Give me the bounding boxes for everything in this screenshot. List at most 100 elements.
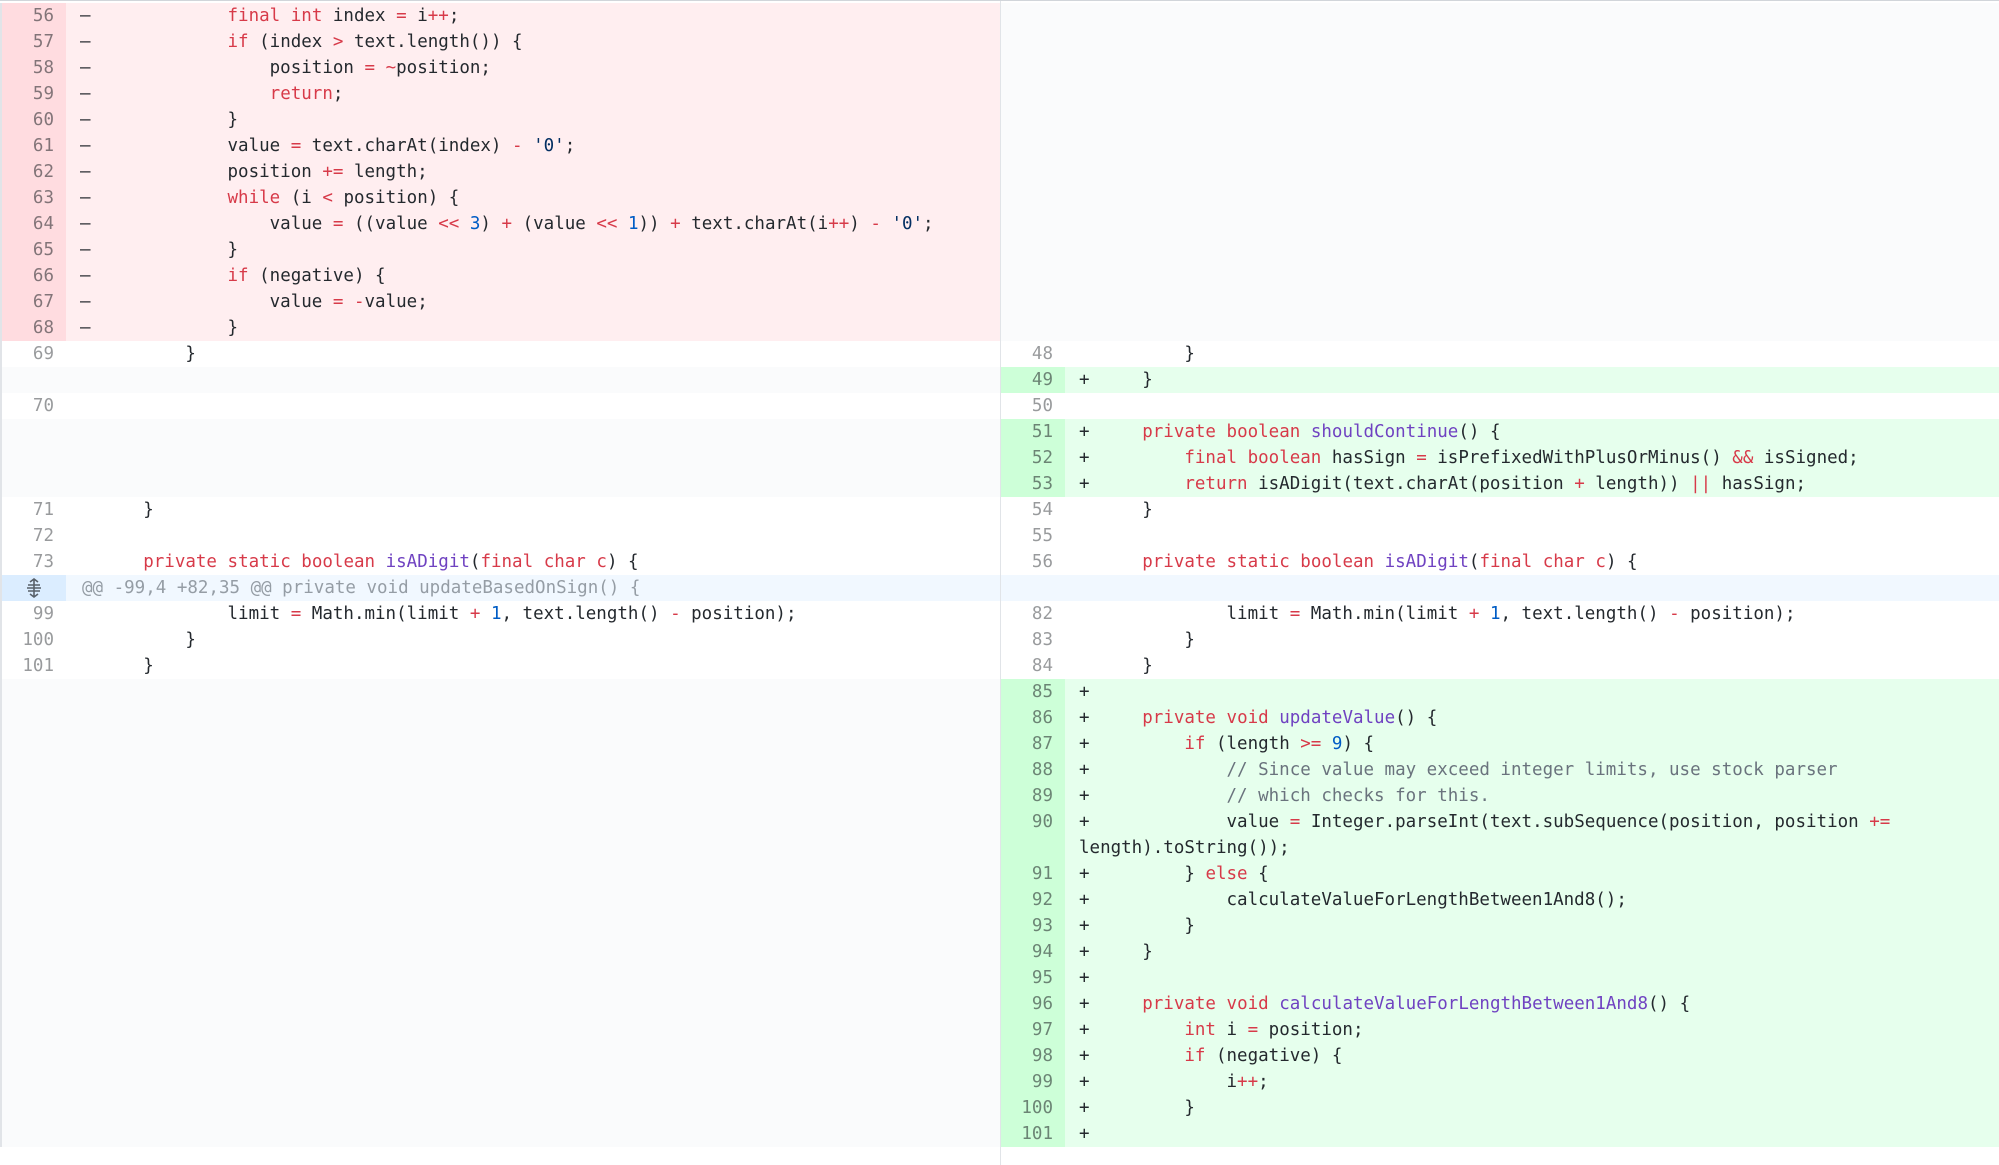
right-line-number[interactable]: 94 — [1001, 939, 1065, 965]
left-line-number[interactable] — [0, 887, 66, 913]
right-line-number[interactable] — [1001, 211, 1065, 237]
left-line-number[interactable] — [0, 731, 66, 757]
left-line-number[interactable]: 70 — [0, 393, 66, 419]
right-line-number[interactable]: 82 — [1001, 601, 1065, 627]
right-line-number[interactable]: 99 — [1001, 1069, 1065, 1095]
right-line-number[interactable]: 55 — [1001, 523, 1065, 549]
right-line-number[interactable]: 86 — [1001, 705, 1065, 731]
left-line-number[interactable] — [0, 1069, 66, 1095]
right-line-number[interactable]: 85 — [1001, 679, 1065, 705]
left-line-number[interactable]: 101 — [0, 653, 66, 679]
left-line-number[interactable] — [0, 367, 66, 393]
right-line-number[interactable]: 95 — [1001, 965, 1065, 991]
left-line-number[interactable] — [0, 471, 66, 497]
left-line-number[interactable] — [0, 1043, 66, 1069]
right-line-number[interactable]: 54 — [1001, 497, 1065, 523]
left-line-number[interactable]: 60 — [0, 107, 66, 133]
right-line-number[interactable]: 49 — [1001, 367, 1065, 393]
right-code-line: + final boolean hasSign = isPrefixedWith… — [1065, 445, 1999, 471]
right-line-number[interactable]: 97 — [1001, 1017, 1065, 1043]
left-line-number[interactable]: 58 — [0, 55, 66, 81]
right-line-number[interactable] — [1001, 237, 1065, 263]
left-line-number[interactable]: 59 — [0, 81, 66, 107]
right-line-number[interactable]: 51 — [1001, 419, 1065, 445]
left-line-number[interactable] — [0, 1095, 66, 1121]
left-line-number[interactable] — [0, 861, 66, 887]
left-line-number[interactable] — [0, 965, 66, 991]
right-line-number[interactable] — [1001, 289, 1065, 315]
left-line-number[interactable]: 57 — [0, 29, 66, 55]
right-line-number[interactable]: 96 — [1001, 991, 1065, 1017]
right-line-number[interactable]: 101 — [1001, 1121, 1065, 1147]
left-line-number[interactable]: 99 — [0, 601, 66, 627]
right-code-line: } — [1065, 653, 1999, 679]
left-line-number[interactable]: 72 — [0, 523, 66, 549]
left-line-number[interactable] — [0, 1017, 66, 1043]
right-line-number[interactable] — [1001, 315, 1065, 341]
code-text: value = -value; — [80, 292, 428, 312]
left-code-line: limit = Math.min(limit + 1, text.length(… — [66, 601, 1001, 627]
right-line-number[interactable] — [1001, 263, 1065, 289]
code-text: } — [80, 318, 239, 338]
code-text: if (negative) { — [227, 266, 386, 286]
right-line-number[interactable]: 84 — [1001, 653, 1065, 679]
right-code-line: + } — [1065, 1095, 1999, 1121]
right-line-number[interactable]: 52 — [1001, 445, 1065, 471]
left-line-number[interactable]: 68 — [0, 315, 66, 341]
right-line-number[interactable]: 83 — [1001, 627, 1065, 653]
right-line-number[interactable] — [1001, 29, 1065, 55]
left-line-number[interactable] — [0, 939, 66, 965]
left-line-number[interactable] — [0, 1121, 66, 1147]
code-text: i++; — [1079, 1072, 1269, 1092]
right-line-number[interactable]: 98 — [1001, 1043, 1065, 1069]
right-line-number[interactable] — [1001, 133, 1065, 159]
left-line-number[interactable]: 63 — [0, 185, 66, 211]
right-line-number[interactable]: 91 — [1001, 861, 1065, 887]
right-line-number[interactable] — [1001, 81, 1065, 107]
left-line-number[interactable]: 67 — [0, 289, 66, 315]
right-line-number[interactable] — [1001, 107, 1065, 133]
left-line-number[interactable]: 56 — [0, 3, 66, 29]
code-text: private void calculateValueForLengthBetw… — [1142, 994, 1691, 1014]
expand-button[interactable] — [0, 575, 66, 601]
left-line-number[interactable] — [0, 679, 66, 705]
left-line-number[interactable]: 65 — [0, 237, 66, 263]
right-line-number[interactable]: 93 — [1001, 913, 1065, 939]
left-line-number[interactable]: 61 — [0, 133, 66, 159]
right-line-number[interactable] — [1001, 159, 1065, 185]
left-line-number[interactable]: 100 — [0, 627, 66, 653]
right-line-number[interactable]: 87 — [1001, 731, 1065, 757]
right-line-number[interactable]: 48 — [1001, 341, 1065, 367]
left-line-number[interactable] — [0, 445, 66, 471]
right-line-number[interactable] — [1001, 55, 1065, 81]
right-line-number[interactable]: 53 — [1001, 471, 1065, 497]
right-line-number[interactable]: 56 — [1001, 549, 1065, 575]
left-line-number[interactable]: 66 — [0, 263, 66, 289]
left-line-number[interactable]: 64 — [0, 211, 66, 237]
left-line-number[interactable] — [0, 809, 66, 861]
left-line-number[interactable]: 73 — [0, 549, 66, 575]
right-line-number[interactable] — [1001, 185, 1065, 211]
left-line-number[interactable]: 69 — [0, 341, 66, 367]
right-line-number[interactable]: 50 — [1001, 393, 1065, 419]
code-text: } — [80, 110, 239, 130]
right-line-number[interactable] — [1001, 3, 1065, 29]
left-line-number[interactable]: 71 — [0, 497, 66, 523]
right-code-line — [1065, 523, 1999, 549]
code-text: final int index = i++; — [227, 6, 460, 26]
right-line-number[interactable]: 89 — [1001, 783, 1065, 809]
left-line-number[interactable] — [0, 913, 66, 939]
right-line-number[interactable]: 92 — [1001, 887, 1065, 913]
right-line-number[interactable]: 88 — [1001, 757, 1065, 783]
right-line-number[interactable]: 100 — [1001, 1095, 1065, 1121]
right-code-line — [1065, 55, 1999, 81]
left-line-number[interactable] — [0, 991, 66, 1017]
right-code-line: limit = Math.min(limit + 1, text.length(… — [1065, 601, 1999, 627]
left-line-number[interactable]: 62 — [0, 159, 66, 185]
code-text: private static boolean isADigit(final ch… — [1142, 552, 1638, 572]
left-line-number[interactable] — [0, 783, 66, 809]
left-line-number[interactable] — [0, 419, 66, 445]
right-line-number[interactable]: 90 — [1001, 809, 1065, 861]
left-line-number[interactable] — [0, 705, 66, 731]
left-line-number[interactable] — [0, 757, 66, 783]
